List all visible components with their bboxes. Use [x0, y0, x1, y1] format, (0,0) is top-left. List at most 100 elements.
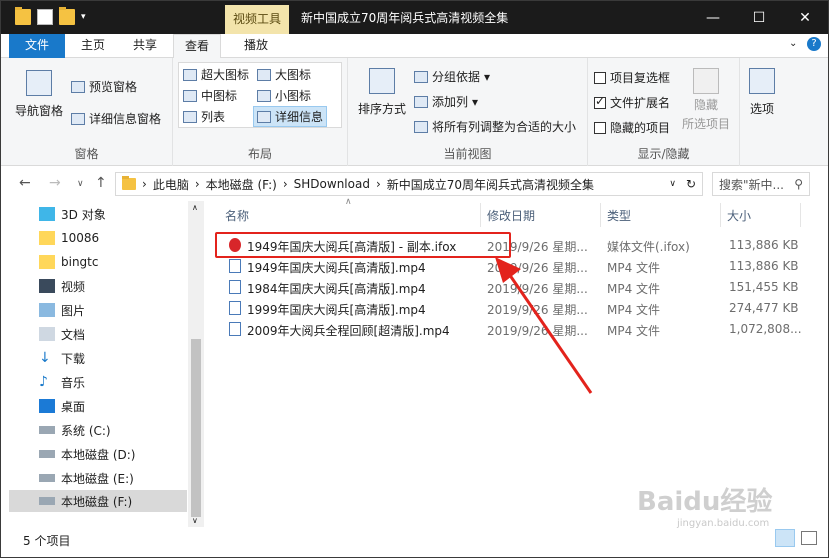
- item-count: 5 个项目: [23, 534, 71, 548]
- sort-icon: [369, 68, 395, 94]
- column-header-name[interactable]: 名称: [225, 207, 249, 224]
- nav-item-bingtc[interactable]: bingtc: [31, 251, 197, 273]
- item-checkboxes-toggle[interactable]: 项目复选框: [594, 69, 670, 86]
- nav-item-3d-objects[interactable]: 3D 对象: [31, 203, 197, 225]
- nav-item-drive-c[interactable]: 系统 (C:): [31, 419, 197, 441]
- details-pane-label: 详细信息窗格: [89, 112, 162, 126]
- tab-view[interactable]: 查看: [173, 34, 221, 59]
- details-pane-button[interactable]: 详细信息窗格: [71, 110, 161, 127]
- add-column-button[interactable]: 添加列 ▾: [414, 93, 478, 110]
- sort-by-button[interactable]: 排序方式: [358, 68, 406, 117]
- file-extensions-toggle[interactable]: 文件扩展名: [594, 94, 670, 111]
- list-label: 列表: [201, 110, 226, 124]
- layout-xl[interactable]: 超大图标: [183, 66, 249, 83]
- nav-item-10086[interactable]: 10086: [31, 227, 197, 249]
- address-path[interactable]: › 此电脑 › 本地磁盘 (F:) › SHDownload › 新中国成立70…: [115, 172, 703, 196]
- hide-label-2: 所选项目: [682, 117, 731, 131]
- nav-label: 3D 对象: [61, 207, 106, 222]
- nav-item-documents[interactable]: 文档: [31, 323, 197, 345]
- group-by-button[interactable]: 分组依据 ▾: [414, 68, 490, 85]
- context-tab-video-tools[interactable]: 视频工具: [225, 5, 289, 34]
- forward-arrow-icon[interactable]: →: [49, 175, 61, 191]
- small-label: 小图标: [275, 89, 312, 103]
- nav-scrollbar[interactable]: ∧ ∨: [188, 201, 204, 527]
- nav-pane-button[interactable]: 导航窗格: [15, 70, 63, 119]
- column-header-type[interactable]: 类型: [607, 207, 631, 224]
- nav-item-downloads[interactable]: ↓ 下载: [31, 347, 197, 369]
- nav-label: 视频: [61, 279, 86, 294]
- refresh-icon[interactable]: ↻: [686, 177, 696, 191]
- layout-medium[interactable]: 中图标: [183, 87, 237, 104]
- tab-home[interactable]: 主页: [73, 34, 113, 58]
- preview-pane-button[interactable]: 预览窗格: [71, 78, 137, 95]
- nav-item-pictures[interactable]: 图片: [31, 299, 197, 321]
- list-icon: [183, 110, 197, 123]
- column-divider[interactable]: [720, 203, 721, 227]
- checkbox[interactable]: [594, 71, 606, 84]
- details-view-icon[interactable]: [775, 529, 795, 547]
- scroll-up-icon[interactable]: ∧: [192, 203, 198, 212]
- column-divider[interactable]: [600, 203, 601, 227]
- minimize-button[interactable]: —: [690, 1, 736, 34]
- checkbox-checked[interactable]: [594, 94, 606, 109]
- nav-item-videos[interactable]: 视频: [31, 275, 197, 297]
- expand-ribbon-icon[interactable]: ⌄: [789, 38, 797, 49]
- back-arrow-icon[interactable]: ←: [19, 175, 31, 191]
- sort-ascending-icon: ∧: [345, 197, 352, 207]
- hide-selected-button[interactable]: 隐藏 所选项目: [682, 68, 730, 132]
- tab-play[interactable]: 播放: [233, 34, 279, 58]
- crumb-this-pc[interactable]: 此电脑: [153, 176, 189, 193]
- crumb-drive-f[interactable]: 本地磁盘 (F:): [206, 176, 277, 193]
- column-divider[interactable]: [480, 203, 481, 227]
- customize-qat-icon[interactable]: ▾: [81, 12, 86, 22]
- nav-item-drive-d[interactable]: 本地磁盘 (D:): [31, 443, 197, 465]
- nav-item-music[interactable]: ♪ 音乐: [31, 371, 197, 393]
- mp4-file-icon: [229, 301, 241, 315]
- layout-list[interactable]: 列表: [183, 108, 225, 125]
- column-header-size[interactable]: 大小: [727, 207, 751, 224]
- column-header-date[interactable]: 修改日期: [487, 207, 535, 224]
- layout-small[interactable]: 小图标: [257, 87, 311, 104]
- close-button[interactable]: ✕: [782, 1, 828, 34]
- scroll-down-icon[interactable]: ∨: [192, 516, 198, 525]
- options-label: 选项: [749, 102, 774, 116]
- details-pane-icon: [71, 112, 85, 125]
- new-folder-icon[interactable]: [59, 7, 75, 25]
- tab-share[interactable]: 共享: [125, 34, 165, 58]
- folder-icon[interactable]: [15, 7, 31, 25]
- nav-label: 本地磁盘 (F:): [61, 494, 133, 509]
- user-folder-icon: [39, 255, 55, 269]
- nav-label: 系统 (C:): [61, 423, 111, 438]
- file-size: 113,886 KB: [729, 259, 799, 273]
- nav-item-desktop[interactable]: 桌面: [31, 395, 197, 417]
- nav-item-drive-e[interactable]: 本地磁盘 (E:): [31, 467, 197, 489]
- tab-file[interactable]: 文件: [9, 34, 65, 58]
- maximize-button[interactable]: ☐: [736, 1, 782, 34]
- crumb-shdownload[interactable]: SHDownload: [294, 177, 370, 191]
- item-checkboxes-label: 项目复选框: [610, 71, 671, 85]
- document-icon: [39, 327, 55, 341]
- properties-icon[interactable]: [37, 9, 53, 25]
- size-columns-button[interactable]: 将所有列调整为合适的大小: [414, 118, 576, 135]
- large-icons-view-icon[interactable]: [801, 531, 817, 545]
- scroll-thumb[interactable]: [191, 339, 201, 517]
- group-panes: 导航窗格 预览窗格 详细信息窗格 窗格: [1, 58, 173, 166]
- recent-chevron-icon[interactable]: ∨: [77, 179, 84, 189]
- dropdown-arrow-icon: ▾: [484, 69, 491, 84]
- search-input[interactable]: 搜索"新中... ⚲: [712, 172, 810, 196]
- up-arrow-icon[interactable]: ↑: [95, 175, 107, 191]
- crumb-current-folder[interactable]: 新中国成立70周年阅兵式高清视频全集: [387, 176, 594, 193]
- chevron-down-icon[interactable]: ∨: [669, 179, 676, 189]
- help-icon[interactable]: ?: [807, 37, 821, 51]
- checkbox[interactable]: [594, 121, 606, 134]
- window-title: 新中国成立70周年阅兵式高清视频全集: [301, 11, 509, 25]
- file-type: MP4 文件: [607, 282, 661, 296]
- layout-large[interactable]: 大图标: [257, 66, 311, 83]
- size-columns-label: 将所有列调整为合适的大小: [432, 120, 577, 134]
- options-button[interactable]: 选项: [749, 68, 775, 117]
- ribbon-tabs: 文件 主页 共享 查看 播放 ⌄ ?: [1, 34, 828, 59]
- column-divider[interactable]: [800, 203, 801, 227]
- nav-item-drive-f[interactable]: 本地磁盘 (F:): [9, 490, 187, 512]
- hidden-items-toggle[interactable]: 隐藏的项目: [594, 119, 670, 136]
- layout-details[interactable]: 详细信息: [253, 106, 328, 127]
